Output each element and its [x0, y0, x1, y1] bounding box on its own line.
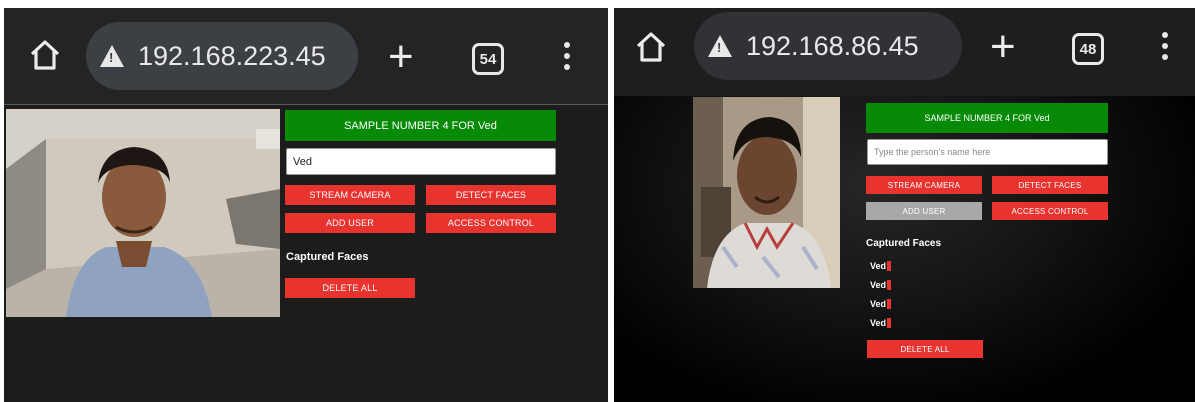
- camera-stream-image: [6, 109, 280, 317]
- delete-all-button[interactable]: DELETE ALL: [867, 340, 983, 358]
- detect-faces-button[interactable]: DETECT FACES: [426, 185, 556, 205]
- url-text: 192.168.223.45: [138, 40, 326, 71]
- sample-number-banner: SAMPLE NUMBER 4 FOR Ved: [285, 110, 556, 141]
- captured-faces-heading: Captured Faces: [286, 251, 369, 263]
- delete-all-button[interactable]: DELETE ALL: [285, 278, 415, 298]
- browser-toolbar: 192.168.223.45 + 54: [4, 8, 608, 105]
- plus-icon[interactable]: +: [990, 22, 1016, 72]
- camera-stream-image: [693, 97, 840, 288]
- browser-toolbar: 192.168.86.45 + 48: [614, 8, 1195, 96]
- warning-icon: [100, 45, 124, 67]
- tab-switcher-icon[interactable]: 54: [472, 43, 504, 75]
- left-browser-screenshot: 192.168.223.45 + 54 SAMPLE NUMBER 4 FOR …: [4, 8, 608, 402]
- address-bar[interactable]: 192.168.223.45: [86, 22, 358, 90]
- more-vert-icon[interactable]: [1162, 32, 1168, 65]
- warning-icon: [708, 35, 732, 57]
- captured-face-item[interactable]: Ved: [870, 318, 892, 328]
- add-user-button[interactable]: ADD USER: [866, 202, 982, 220]
- home-icon[interactable]: [28, 38, 62, 72]
- address-bar[interactable]: 192.168.86.45: [694, 12, 962, 80]
- captured-face-item[interactable]: Ved: [870, 280, 892, 290]
- captured-face-item[interactable]: Ved: [870, 261, 892, 271]
- stream-camera-button[interactable]: STREAM CAMERA: [285, 185, 415, 205]
- access-control-button[interactable]: ACCESS CONTROL: [426, 213, 556, 233]
- plus-icon[interactable]: +: [388, 32, 414, 82]
- home-icon[interactable]: [634, 30, 668, 64]
- sample-number-banner: SAMPLE NUMBER 4 FOR Ved: [866, 103, 1108, 133]
- captured-faces-heading: Captured Faces: [866, 238, 942, 249]
- access-control-button[interactable]: ACCESS CONTROL: [992, 202, 1108, 220]
- more-vert-icon[interactable]: [564, 42, 570, 75]
- person-name-input[interactable]: Ved: [286, 148, 556, 175]
- add-user-button[interactable]: ADD USER: [285, 213, 415, 233]
- stream-camera-button[interactable]: STREAM CAMERA: [866, 176, 982, 194]
- person-name-input[interactable]: Type the person's name here: [867, 139, 1108, 165]
- detect-faces-button[interactable]: DETECT FACES: [992, 176, 1108, 194]
- right-browser-screenshot: 192.168.86.45 + 48 SAMPLE NUMBER 4 FOR V…: [614, 8, 1195, 402]
- captured-face-item[interactable]: Ved: [870, 299, 892, 309]
- tab-switcher-icon[interactable]: 48: [1072, 33, 1104, 65]
- url-text: 192.168.86.45: [746, 30, 919, 61]
